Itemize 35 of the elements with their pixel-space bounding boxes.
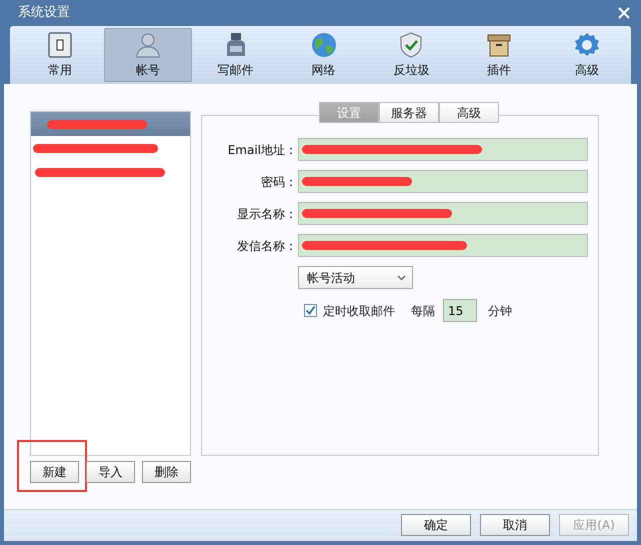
toolbar-tab[interactable]: 高级 [543,28,632,82]
field-label: 显示名称： [236,206,298,222]
sub-tab[interactable]: 高级 [439,102,499,123]
switch-icon [46,31,74,59]
checkbox[interactable] [304,304,317,317]
interval-field[interactable]: 15 [443,299,477,322]
interval-label: 每隔 [411,302,435,320]
settings-icon [573,31,602,59]
toolbar-tab[interactable]: 插件 [455,28,544,82]
account-button[interactable]: 删除 [142,461,191,483]
sub-tab[interactable]: 服务器 [379,102,439,123]
toolbar-tab[interactable]: 常用 [16,28,104,82]
field-label: 密码： [260,174,298,190]
dialog-button[interactable]: 确定 [401,514,471,536]
input-field[interactable] [298,202,588,225]
account-button[interactable]: 新建 [30,461,79,483]
person-icon [134,31,162,59]
checkbox-label: 定时收取邮件 [323,302,395,320]
input-field[interactable] [298,170,588,193]
input-field[interactable] [298,138,588,161]
dialog-button[interactable]: 取消 [480,514,550,536]
account-dropdown[interactable]: 帐号活动 [298,266,413,289]
close-icon[interactable] [617,6,631,20]
toolbar-tab[interactable]: 网络 [280,28,368,82]
unit-label: 分钟 [488,302,512,320]
account-button[interactable]: 导入 [86,461,135,483]
caret-icon [397,274,406,280]
window-title: 系统设置 [18,4,70,22]
field-label: 发信名称： [236,238,298,254]
toolbar-tab[interactable]: 写邮件 [192,28,280,82]
toolbar-tab[interactable]: 帐号 [104,28,192,82]
globe-icon [310,31,338,59]
input-field[interactable] [298,234,588,257]
toolbar-tab[interactable]: 反垃圾 [367,28,456,82]
field-label: Email地址： [226,142,298,158]
